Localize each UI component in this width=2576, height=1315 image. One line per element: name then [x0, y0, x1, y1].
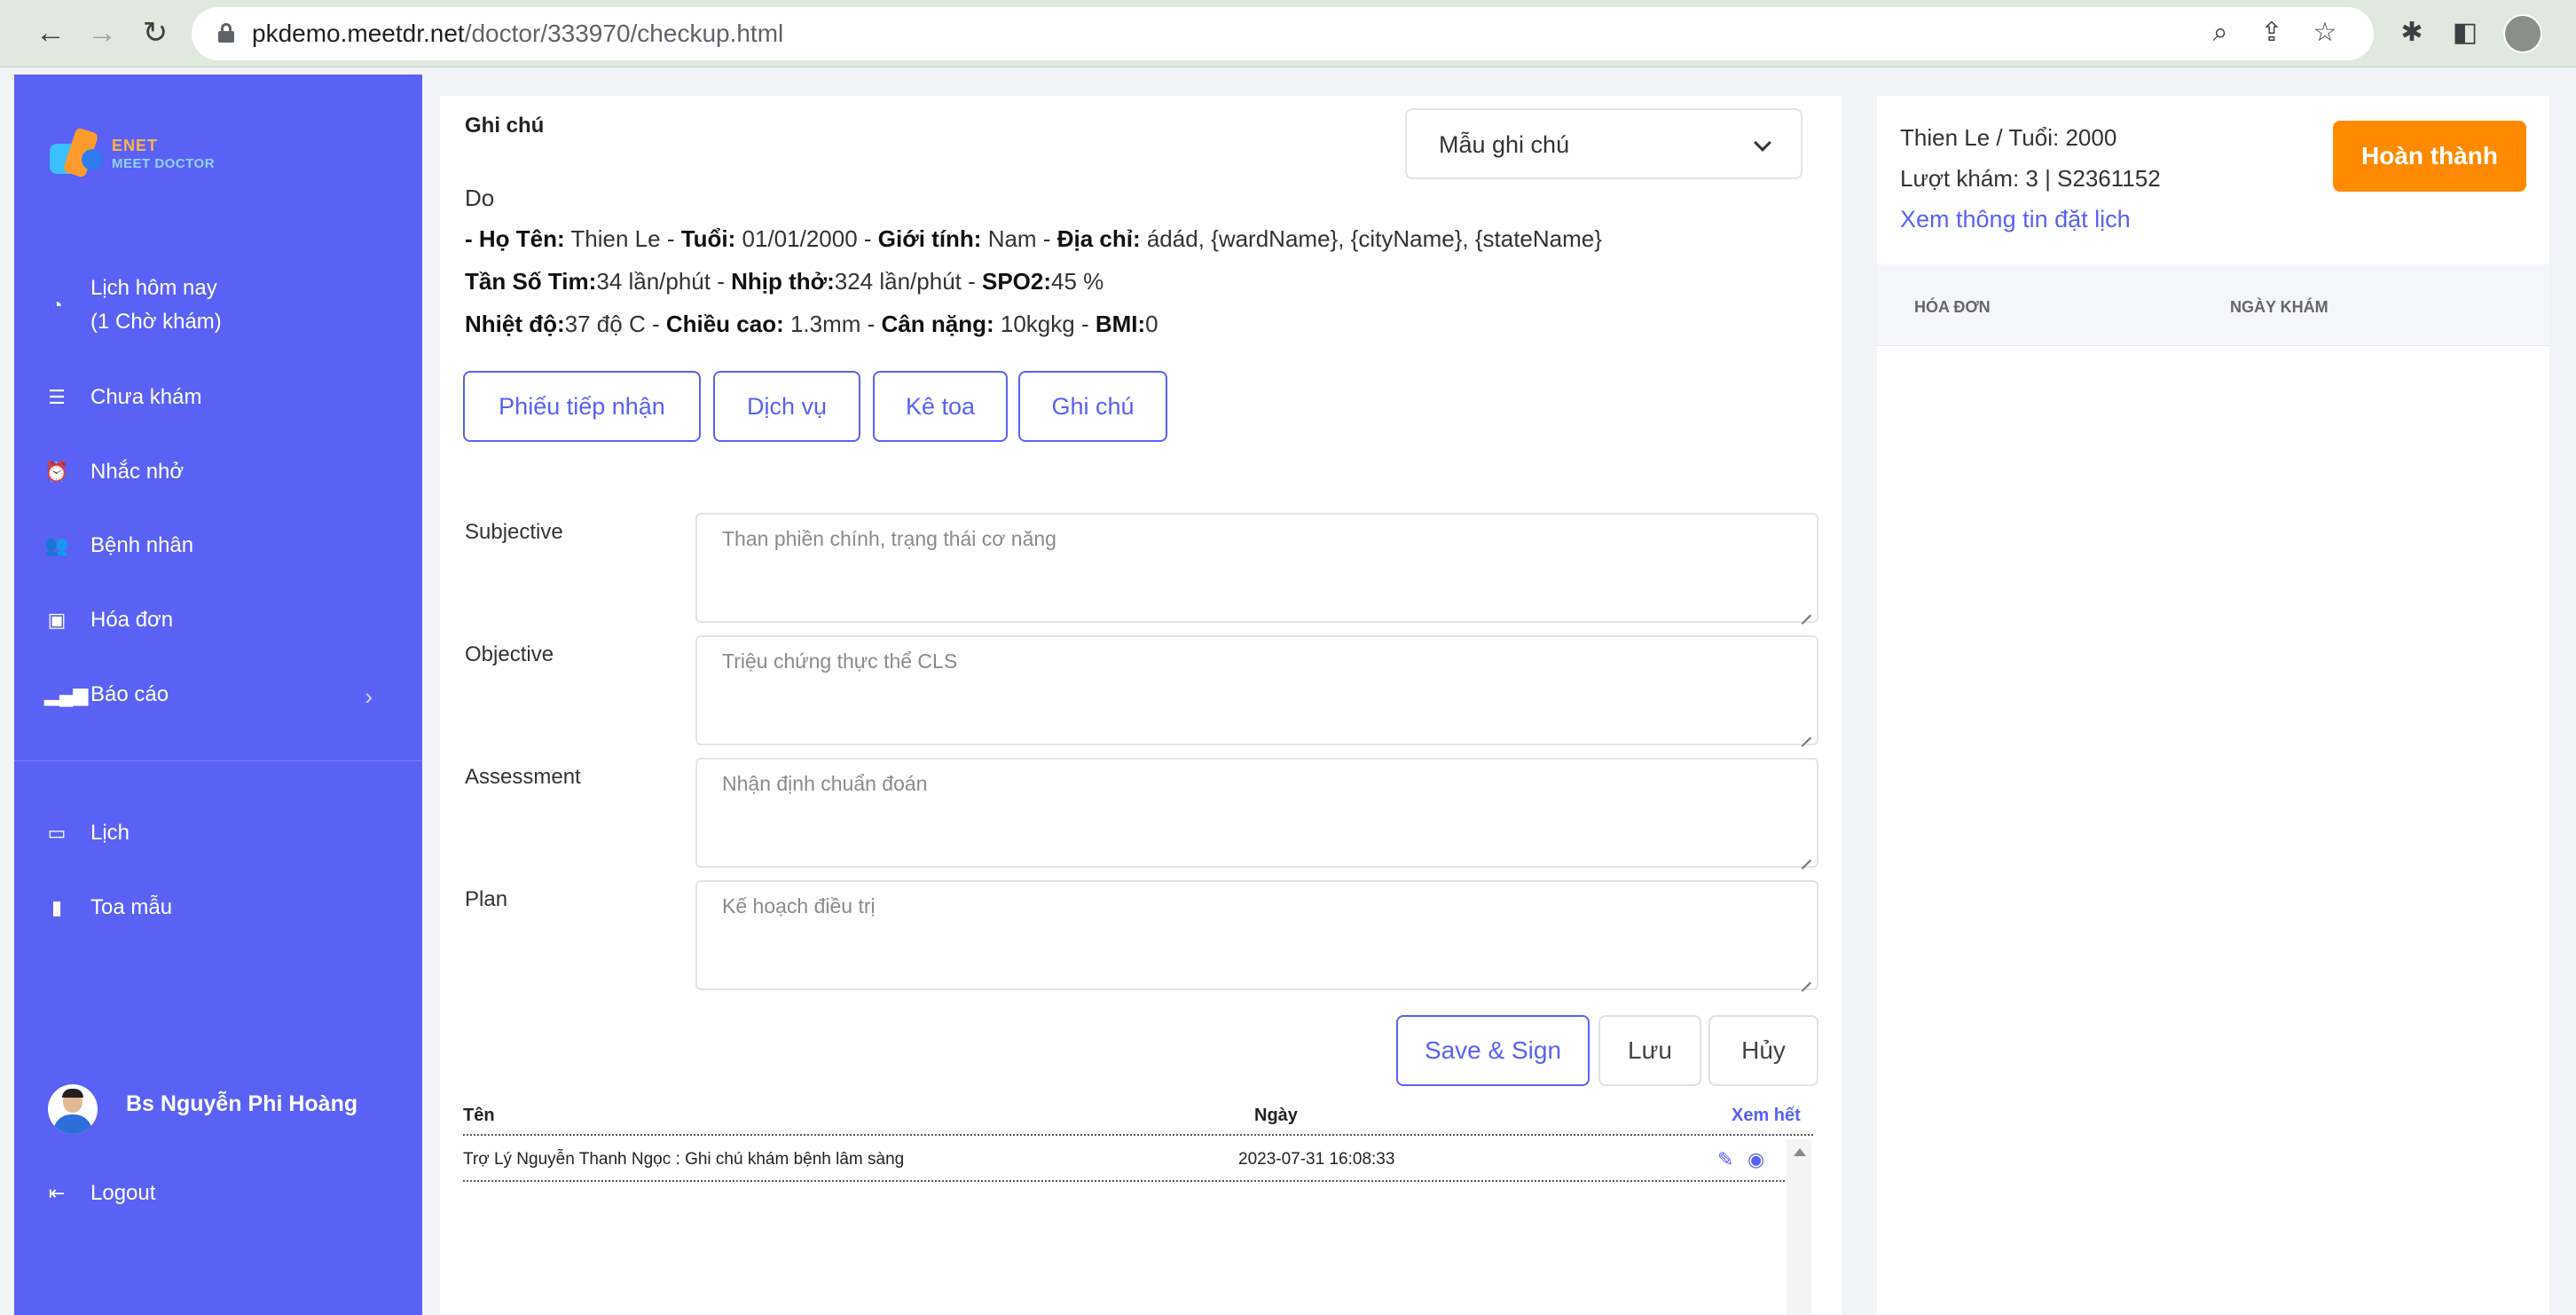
- extensions-icon[interactable]: ✱: [2391, 12, 2432, 53]
- note-intro: Do: [465, 185, 495, 211]
- users-icon: 👥: [44, 534, 69, 556]
- doctor-name: Bs Nguyễn Phi Hoàng: [126, 1091, 358, 1116]
- patient-info-line: - Họ Tên: Thien Le - Tuổi: 01/01/2000 - …: [465, 225, 1602, 252]
- plan-label: Plan: [465, 887, 508, 911]
- patient-panel: Thien Le / Tuổi: 2000 Lượt khám: 3 | S23…: [1877, 96, 2549, 1315]
- browser-toolbar: ← → ↻ pkdemo.meetdr.net/doctor/333970/ch…: [0, 0, 2576, 67]
- assessment-input[interactable]: [695, 758, 1818, 868]
- sidebar-divider: [14, 760, 422, 761]
- eye-icon[interactable]: ◉: [1747, 1148, 1764, 1171]
- select-value: Mẫu ghi chú: [1439, 131, 1570, 158]
- sidebar: ENET MEET DOCTOR ◔ Lịch hôm nay (1 Chờ kh…: [14, 75, 422, 1315]
- logout-label: Logout: [90, 1181, 156, 1205]
- tab-notes[interactable]: Ghi chú: [1018, 371, 1167, 442]
- table-divider: [463, 1134, 1813, 1136]
- row-date: 2023-07-31 16:08:33: [1238, 1150, 1395, 1169]
- note-template-select[interactable]: Mẫu ghi chú: [1405, 108, 1802, 179]
- column-header-date: Ngày: [1254, 1106, 1298, 1125]
- resize-handle[interactable]: [1799, 726, 1813, 740]
- column-header-name: Tên: [463, 1106, 495, 1125]
- logo-subtext: MEET DOCTOR: [112, 156, 216, 171]
- resize-handle[interactable]: [1799, 971, 1813, 985]
- sidebar-item-invoices[interactable]: ▣ Hóa đơn: [44, 589, 399, 651]
- reload-icon[interactable]: ↻: [135, 12, 176, 53]
- sidebar-item-label: Lịch: [90, 821, 130, 845]
- bottle-icon: ▮: [51, 896, 63, 918]
- sidebar-item-reports[interactable]: ▂▄▆ Báo cáo ›: [44, 664, 399, 726]
- resize-handle[interactable]: [1799, 848, 1813, 862]
- table-divider: [463, 1180, 1785, 1182]
- url-text: pkdemo.meetdr.net/doctor/333970/checkup.…: [252, 20, 784, 47]
- logo-icon: [46, 124, 108, 186]
- list-icon: ☰: [48, 386, 66, 408]
- complete-button[interactable]: Hoàn thành: [2333, 121, 2526, 192]
- subjective-input[interactable]: [695, 513, 1818, 623]
- logo-text: ENET: [112, 137, 159, 154]
- tab-prescription[interactable]: Kê toa: [873, 371, 1008, 442]
- column-header-invoice: HÓA ĐƠN: [1914, 298, 1991, 316]
- sidebar-item-label: Lịch hôm nay (1 Chờ khám): [90, 276, 222, 334]
- sidebar-item-not-examined[interactable]: ☰ Chưa khám: [44, 366, 399, 429]
- row-name: Trợ Lý Nguyễn Thanh Ngọc : Ghi chú khám …: [463, 1150, 905, 1169]
- tab-intake-form[interactable]: Phiếu tiếp nhận: [463, 371, 701, 442]
- chevron-right-icon: ›: [365, 683, 373, 710]
- save-button[interactable]: Lưu: [1598, 1015, 1701, 1086]
- sidebar-item-prescription-templates[interactable]: ▮ Toa mẫu: [44, 877, 399, 939]
- patient-name-age: Thien Le / Tuổi: 2000: [1900, 124, 2117, 151]
- save-sign-button[interactable]: Save & Sign: [1396, 1015, 1590, 1086]
- bar-chart-icon: ▂▄▆: [44, 683, 89, 705]
- measurements-line: Nhiệt độ:37 độ C - Chiều cao: 1.3mm - Câ…: [465, 311, 1158, 337]
- sidebar-item-label: Nhắc nhở: [90, 460, 185, 484]
- profile-avatar[interactable]: [2503, 14, 2542, 53]
- cancel-button[interactable]: Hủy: [1708, 1015, 1818, 1086]
- page-title: Ghi chú: [465, 114, 545, 138]
- avatar[interactable]: [48, 1084, 98, 1134]
- invoice-icon: ▣: [47, 609, 67, 631]
- zoom-icon[interactable]: ⌕: [2200, 12, 2241, 53]
- objective-label: Objective: [465, 642, 554, 666]
- sidebar-item-label: Hóa đơn: [90, 608, 174, 632]
- assessment-label: Assessment: [465, 765, 581, 789]
- sidebar-item-label: Chưa khám: [90, 385, 202, 409]
- vitals-line: Tần Số Tim:34 lần/phút - Nhịp thở:324 lầ…: [465, 268, 1104, 295]
- lock-icon: [218, 23, 234, 43]
- sidebar-item-reminders[interactable]: ⏰ Nhắc nhở: [44, 441, 399, 503]
- sidebar-item-label: Báo cáo: [90, 682, 169, 706]
- star-icon[interactable]: ☆: [2305, 12, 2345, 53]
- booking-info-link[interactable]: Xem thông tin đặt lịch: [1900, 206, 2131, 233]
- edit-icon[interactable]: ✎: [1717, 1148, 1733, 1171]
- tab-services[interactable]: Dịch vụ: [713, 371, 860, 442]
- see-all-link[interactable]: Xem hết: [1732, 1106, 1801, 1126]
- logout-button[interactable]: ⇤ Logout: [44, 1162, 399, 1224]
- back-icon[interactable]: ←: [30, 12, 71, 53]
- logout-icon: ⇤: [48, 1182, 66, 1204]
- objective-input[interactable]: [695, 635, 1818, 745]
- patient-visits: Lượt khám: 3 | S2361152: [1900, 165, 2161, 192]
- sidebar-item-today[interactable]: ◔ Lịch hôm nay (1 Chờ khám): [44, 268, 399, 343]
- app-logo[interactable]: ENET MEET DOCTOR: [46, 124, 224, 195]
- plan-input[interactable]: [695, 880, 1818, 990]
- scroll-up-icon[interactable]: [1794, 1148, 1806, 1156]
- alarm-clock-icon: ⏰: [44, 461, 69, 483]
- invoice-table-header: HÓA ĐƠN NGÀY KHÁM: [1877, 264, 2549, 346]
- side-panel-icon[interactable]: ◧: [2445, 12, 2486, 53]
- sidebar-item-label: Toa mẫu: [90, 895, 173, 919]
- chevron-down-icon: [1754, 134, 1771, 152]
- sidebar-item-patients[interactable]: 👥 Bệnh nhân: [44, 515, 399, 577]
- table-scrollbar[interactable]: [1787, 1139, 1811, 1315]
- column-header-visit-date: NGÀY KHÁM: [2230, 298, 2329, 316]
- note-panel: Ghi chú Mẫu ghi chú Do - Họ Tên: Thien L…: [440, 96, 1842, 1315]
- sidebar-item-calendar[interactable]: ▭ Lịch: [44, 802, 399, 864]
- forward-icon[interactable]: →: [82, 12, 122, 53]
- address-bar[interactable]: pkdemo.meetdr.net/doctor/333970/checkup.…: [192, 7, 2374, 60]
- resize-handle[interactable]: [1799, 603, 1813, 618]
- share-icon[interactable]: ⇪: [2251, 12, 2292, 53]
- calendar-icon: ▭: [47, 822, 67, 844]
- dashboard-icon: ◔: [51, 294, 63, 316]
- subjective-label: Subjective: [465, 520, 563, 544]
- sidebar-item-label: Bệnh nhân: [90, 533, 194, 557]
